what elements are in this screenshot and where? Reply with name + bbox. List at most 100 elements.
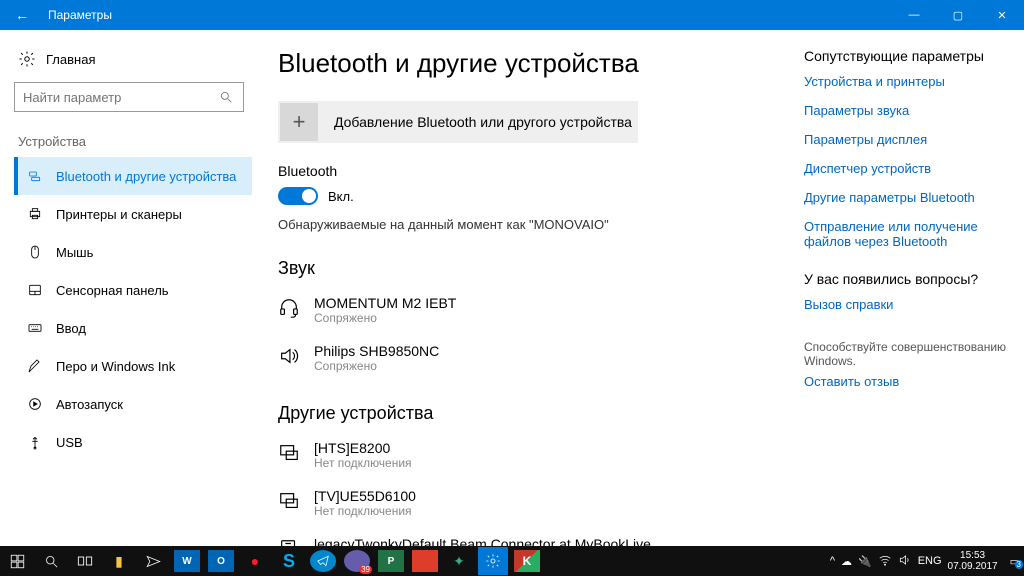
volume-icon[interactable] [898,553,912,570]
window-titlebar: ← Параметры — ▢ ✕ [0,0,1024,30]
sidebar-item-printers[interactable]: Принтеры и сканеры [14,195,252,233]
related-link[interactable]: Другие параметры Bluetooth [804,190,1012,205]
questions-header: У вас появились вопросы? [804,271,1012,287]
taskbar-app-icon[interactable]: W [174,550,200,572]
sidebar-item-mouse[interactable]: Мышь [14,233,252,271]
sidebar-item-label: Мышь [56,245,93,260]
bluetooth-nav-icon [26,167,44,185]
sidebar-item-typing[interactable]: Ввод [14,309,252,347]
system-tray[interactable]: ^ ☁ 🔌 ENG 15:5307.09.2017 ▭3 [830,546,1024,576]
sidebar-item-label: Автозапуск [56,397,123,412]
sidebar-item-pen[interactable]: Перо и Windows Ink [14,347,252,385]
sidebar: Главная Устройства Bluetooth и другие ус… [0,30,260,546]
speaker-icon [278,345,300,367]
start-button[interactable] [0,546,34,576]
pen-icon [26,357,44,375]
related-link[interactable]: Устройства и принтеры [804,74,1012,89]
bluetooth-label: Bluetooth [278,163,784,179]
add-device-label: Добавление Bluetooth или другого устройс… [334,114,632,130]
search-field[interactable] [23,90,217,105]
search-task-icon[interactable] [34,546,68,576]
taskbar-app-icon[interactable]: ● [238,546,272,576]
taskbar-app-icon[interactable]: S [272,546,306,576]
screen-icon [278,490,300,512]
search-icon [217,88,235,106]
taskbar-app-icon[interactable] [310,550,336,572]
related-link[interactable]: Диспетчер устройств [804,161,1012,176]
sidebar-item-autoplay[interactable]: Автозапуск [14,385,252,423]
related-header: Сопутствующие параметры [804,48,1012,64]
autoplay-icon [26,395,44,413]
keyboard-icon [26,319,44,337]
device-row[interactable]: [HTS]E8200Нет подключения [278,434,784,476]
onedrive-icon[interactable]: ☁ [841,555,852,568]
help-link[interactable]: Вызов справки [804,297,1012,312]
sidebar-item-label: USB [56,435,83,450]
device-status: Нет подключения [314,456,412,470]
search-input[interactable] [14,82,244,112]
home-button[interactable]: Главная [14,44,252,74]
taskbar-app-icon[interactable]: P [378,550,404,572]
sidebar-item-label: Ввод [56,321,86,336]
close-button[interactable]: ✕ [980,0,1024,30]
device-name: MOMENTUM M2 IEBT [314,295,456,311]
device-name: Philips SHB9850NC [314,343,439,359]
device-status: Сопряжено [314,359,439,373]
other-section-header: Другие устройства [278,403,784,424]
device-row[interactable]: MOMENTUM M2 IEBTСопряжено [278,289,784,331]
maximize-button[interactable]: ▢ [936,0,980,30]
printer-icon [26,205,44,223]
screen-icon [278,442,300,464]
related-link[interactable]: Отправление или получение файлов через B… [804,219,1012,249]
device-name: [TV]UE55D6100 [314,488,416,504]
tray-chevron-icon[interactable]: ^ [830,555,835,567]
device-row[interactable]: [TV]UE55D6100Нет подключения [278,482,784,524]
taskview-icon[interactable] [68,546,102,576]
sidebar-item-usb[interactable]: USB [14,423,252,461]
related-sidebar: Сопутствующие параметры Устройства и при… [804,30,1024,546]
sidebar-item-label: Bluetooth и другие устройства [56,169,236,184]
wifi-icon[interactable] [878,553,892,570]
taskbar-app-icon[interactable]: 39 [344,550,370,572]
plus-icon: + [280,103,318,141]
sidebar-item-label: Сенсорная панель [56,283,169,298]
taskbar-app-icon[interactable]: K [514,550,540,572]
mouse-icon [26,243,44,261]
sidebar-item-bluetooth[interactable]: Bluetooth и другие устройства [14,157,252,195]
usb-icon [26,433,44,451]
taskbar-app-icon[interactable] [136,546,170,576]
bluetooth-toggle[interactable] [278,187,318,205]
sidebar-item-label: Перо и Windows Ink [56,359,175,374]
device-status: Нет подключения [314,504,416,518]
taskbar: ▮ W O ● S 39 P ✦ K ^ ☁ 🔌 ENG 15:5307.09.… [0,546,1024,576]
body: Главная Устройства Bluetooth и другие ус… [0,30,1024,546]
clock[interactable]: 15:5307.09.2017 [948,550,1004,572]
headset-icon [278,297,300,319]
device-status: Сопряжено [314,311,456,325]
add-device-button[interactable]: + Добавление Bluetooth или другого устро… [278,101,638,143]
related-link[interactable]: Параметры дисплея [804,132,1012,147]
feedback-link[interactable]: Оставить отзыв [804,374,1012,389]
feedback-header: Способствуйте совершенствованию Windows. [804,340,1012,368]
taskbar-app-icon[interactable]: ✦ [442,546,476,576]
device-name: [HTS]E8200 [314,440,412,456]
taskbar-app-icon[interactable] [412,550,438,572]
lang-indicator[interactable]: ENG [918,555,942,567]
sidebar-item-label: Принтеры и сканеры [56,207,182,222]
home-label: Главная [46,52,95,67]
taskbar-app-icon[interactable]: ▮ [102,546,136,576]
back-button[interactable]: ← [0,0,44,30]
settings-taskbar-icon[interactable] [478,547,508,575]
action-center-icon[interactable]: ▭3 [1010,555,1020,568]
gear-icon [18,50,36,68]
main-content: Bluetooth и другие устройства + Добавлен… [260,30,804,546]
bluetooth-state: Вкл. [328,189,354,204]
taskbar-app-icon[interactable]: O [208,550,234,572]
category-label: Устройства [14,134,252,149]
power-icon[interactable]: 🔌 [858,555,872,568]
related-link[interactable]: Параметры звука [804,103,1012,118]
window-title: Параметры [48,8,112,22]
minimize-button[interactable]: — [892,0,936,30]
device-row[interactable]: Philips SHB9850NCСопряжено [278,337,784,379]
sidebar-item-touchpad[interactable]: Сенсорная панель [14,271,252,309]
